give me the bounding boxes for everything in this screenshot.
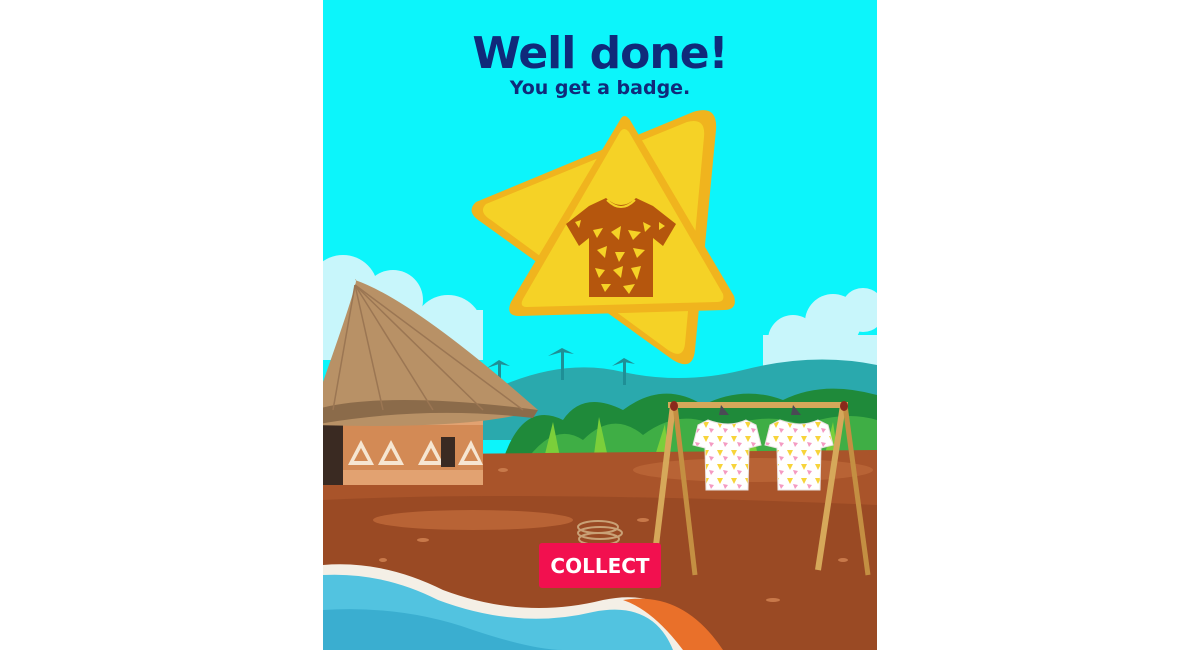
ground-patch [373, 510, 573, 530]
success-subtitle: You get a badge. [509, 77, 691, 99]
success-title: Well done! [472, 28, 728, 79]
game-stage: Well done! You get a badge. COLLECT [323, 0, 877, 650]
collect-button[interactable]: COLLECT [539, 543, 661, 588]
